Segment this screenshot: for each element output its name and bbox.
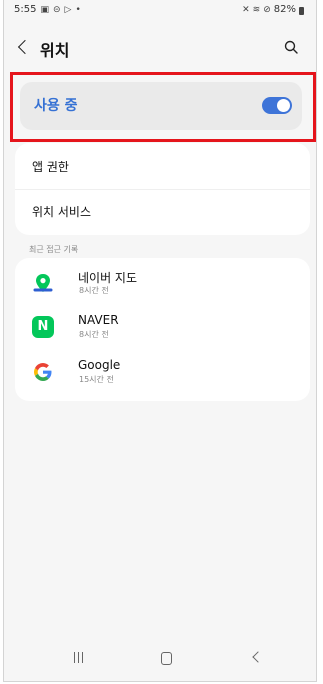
status-time: 5:55 [14, 4, 37, 15]
calendar-icon: ▣ [40, 4, 49, 15]
navigation-bar [4, 648, 316, 672]
search-icon[interactable] [284, 40, 298, 54]
settings-card: 앱 권한 위치 서비스 [15, 143, 310, 235]
recent-app-row[interactable]: 네이버 지도 8시간 전 [15, 264, 310, 304]
recent-access-header: 최근 접근 기록 [29, 245, 79, 254]
page-title: 위치 [40, 41, 70, 60]
app-name: NAVER [78, 313, 119, 327]
recent-apps-card: 네이버 지도 8시간 전 N NAVER 8시간 전 Google 15시간 전 [15, 258, 310, 401]
app-access-time: 15시간 전 [79, 375, 114, 384]
back-arrow-icon[interactable] [17, 39, 33, 55]
status-bar: 5:55 ▣ ⊝ ▷ • ✕ ≋ ⊘ 82% [4, 0, 316, 20]
battery-percentage: 82% [273, 4, 296, 15]
app-name: 네이버 지도 [78, 271, 138, 285]
app-name: Google [78, 358, 121, 372]
app-permissions-item[interactable]: 앱 권한 [32, 158, 69, 175]
naver-icon: N [32, 316, 54, 338]
home-icon[interactable] [161, 652, 172, 665]
app-header: 위치 [4, 36, 316, 68]
app-access-time: 8시간 전 [79, 330, 109, 339]
notification-dot-icon: • [75, 4, 81, 15]
battery-icon [299, 6, 304, 15]
sync-icon: ⊝ [52, 4, 61, 15]
recent-app-row[interactable]: Google 15시간 전 [15, 353, 310, 393]
location-services-item[interactable]: 위치 서비스 [32, 203, 91, 220]
recent-app-row[interactable]: N NAVER 8시간 전 [15, 308, 310, 348]
google-icon [34, 363, 52, 381]
play-icon: ▷ [64, 4, 72, 15]
naver-map-icon [33, 274, 53, 292]
recents-icon[interactable] [74, 652, 83, 663]
blocked-icon: ⊘ [263, 4, 271, 15]
app-access-time: 8시간 전 [79, 286, 109, 295]
wifi-icon: ≋ [252, 4, 261, 15]
divider [15, 189, 310, 190]
nav-back-icon[interactable] [252, 651, 264, 663]
mute-icon: ✕ [242, 4, 250, 15]
phone-screen: 5:55 ▣ ⊝ ▷ • ✕ ≋ ⊘ 82% 위치 사용 중 앱 권한 위치 서… [3, 0, 317, 682]
highlight-box [10, 72, 316, 142]
